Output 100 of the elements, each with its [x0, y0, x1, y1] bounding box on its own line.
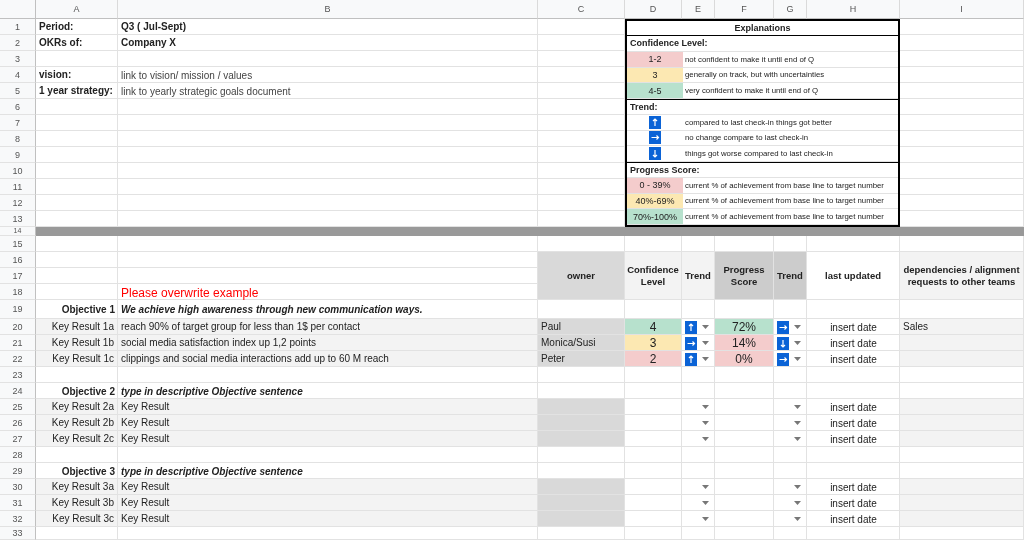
field-label: 1 year strategy:	[36, 83, 118, 99]
row-header[interactable]: 8	[0, 131, 36, 147]
key-result-text: reach 90% of target group for less than 1$ per contact	[118, 319, 538, 335]
key-result-label: Key Result 1a	[36, 319, 118, 335]
row-header[interactable]: 6	[0, 99, 36, 115]
row-header[interactable]: 30	[0, 479, 36, 495]
progress-cell: 72%	[715, 319, 774, 335]
dropdown-caret-icon[interactable]	[794, 325, 801, 329]
column-header[interactable]: B	[118, 0, 538, 19]
row-header[interactable]: 1	[0, 19, 36, 35]
key-result-label: Key Result 3b	[36, 495, 118, 511]
column-header[interactable]: F	[715, 0, 774, 19]
row-header[interactable]: 18	[0, 284, 36, 300]
dropdown-caret-icon[interactable]	[702, 517, 709, 521]
date-cell-text: insert date	[829, 320, 878, 335]
row-header[interactable]: 10	[0, 163, 36, 179]
row-header[interactable]: 2	[0, 35, 36, 51]
dropdown-caret-icon[interactable]	[794, 437, 801, 441]
field-value: Company X	[118, 35, 538, 51]
dropdown-caret-icon[interactable]	[702, 501, 709, 505]
column-header[interactable]: D	[625, 0, 682, 19]
dropdown-caret-icon[interactable]	[702, 405, 709, 409]
row-header[interactable]: 27	[0, 431, 36, 447]
row-header[interactable]: 29	[0, 463, 36, 479]
column-header[interactable]: G	[774, 0, 807, 19]
dropdown-caret-icon[interactable]	[794, 341, 801, 345]
row-header[interactable]: 22	[0, 351, 36, 367]
column-header[interactable]: E	[682, 0, 715, 19]
key-result-text: clippings and social media interactions add up to 60 M reach	[118, 351, 538, 367]
column-heading: owner	[538, 252, 625, 300]
column-header[interactable]: C	[538, 0, 625, 19]
owner-cell: Peter	[538, 351, 625, 367]
key-result-text: Key Result	[118, 495, 538, 511]
column-heading: dependencies / alignment requests to other teams	[900, 252, 1024, 300]
objective-text: type in descriptive Objective sentence	[120, 464, 304, 479]
legend-key: 4-5	[627, 83, 683, 99]
row-header[interactable]: 32	[0, 511, 36, 527]
row-header[interactable]: 19	[0, 300, 36, 319]
date-cell-text: insert date	[829, 432, 878, 447]
row-header[interactable]: 13	[0, 211, 36, 227]
row-header[interactable]: 24	[0, 383, 36, 399]
progress-cell: 14%	[715, 335, 774, 351]
dropdown-caret-icon[interactable]	[794, 405, 801, 409]
row-header[interactable]: 25	[0, 399, 36, 415]
column-heading: Confidence Level	[625, 252, 682, 300]
dropdown-caret-icon[interactable]	[794, 517, 801, 521]
row-header[interactable]: 9	[0, 147, 36, 163]
dropdown-caret-icon[interactable]	[702, 421, 709, 425]
row-header[interactable]: 7	[0, 115, 36, 131]
note-text: Please overwrite example	[120, 285, 260, 300]
row-header[interactable]: 17	[0, 268, 36, 284]
key-result-text: Key Result	[118, 479, 538, 495]
row-header[interactable]: 23	[0, 367, 36, 383]
row-header[interactable]: 33	[0, 527, 36, 540]
column-header[interactable]: A	[36, 0, 118, 19]
row-header[interactable]: 20	[0, 319, 36, 335]
dropdown-caret-icon[interactable]	[702, 325, 709, 329]
row-header[interactable]: 26	[0, 415, 36, 431]
dropdown-caret-icon[interactable]	[794, 485, 801, 489]
column-heading: Trend	[774, 252, 807, 300]
field-label: OKRs of:	[36, 35, 118, 51]
key-result-label: Key Result 2c	[36, 431, 118, 447]
key-result-label: Key Result 1c	[36, 351, 118, 367]
row-header[interactable]: 15	[0, 236, 36, 252]
key-result-label: Key Result 1b	[36, 335, 118, 351]
row-header[interactable]: 5	[0, 83, 36, 99]
row-header[interactable]: 3	[0, 51, 36, 67]
objective-text: We achieve high awareness through new communication ways.	[120, 303, 424, 317]
dropdown-caret-icon[interactable]	[794, 501, 801, 505]
row-header[interactable]: 21	[0, 335, 36, 351]
field-label: vision:	[36, 67, 118, 83]
dropdown-caret-icon[interactable]	[702, 485, 709, 489]
dropdown-caret-icon[interactable]	[702, 437, 709, 441]
dropdown-caret-icon[interactable]	[702, 357, 709, 361]
row-header[interactable]: 4	[0, 67, 36, 83]
key-result-text: Key Result	[118, 415, 538, 431]
dropdown-caret-icon[interactable]	[794, 421, 801, 425]
legend-key: 70%-100%	[627, 209, 683, 225]
key-result-text: social media satisfaction index up 1,2 points	[118, 335, 538, 351]
column-header[interactable]: I	[900, 0, 1024, 19]
link[interactable]: link to vision/ mission / values	[121, 69, 253, 81]
row-header[interactable]: 28	[0, 447, 36, 463]
progress-cell: 0%	[715, 351, 774, 367]
confidence-cell: 2	[625, 351, 682, 367]
row-header[interactable]: 31	[0, 495, 36, 511]
link[interactable]: link to yearly strategic goals document	[121, 85, 291, 97]
row-header[interactable]: 12	[0, 195, 36, 211]
objective-label: Objective 2	[60, 384, 116, 399]
row-header[interactable]: 16	[0, 252, 36, 268]
confidence-cell: 4	[625, 319, 682, 335]
objective-label: Objective 1	[60, 303, 116, 317]
row-header[interactable]: 11	[0, 179, 36, 195]
dropdown-caret-icon[interactable]	[794, 357, 801, 361]
date-cell-text: insert date	[829, 416, 878, 431]
owner-cell: Paul	[538, 319, 625, 335]
column-header[interactable]: H	[807, 0, 900, 19]
key-result-label: Key Result 3c	[36, 511, 118, 527]
dependencies-cell: Sales	[900, 319, 1024, 335]
dropdown-caret-icon[interactable]	[702, 341, 709, 345]
date-cell-text: insert date	[829, 496, 878, 511]
